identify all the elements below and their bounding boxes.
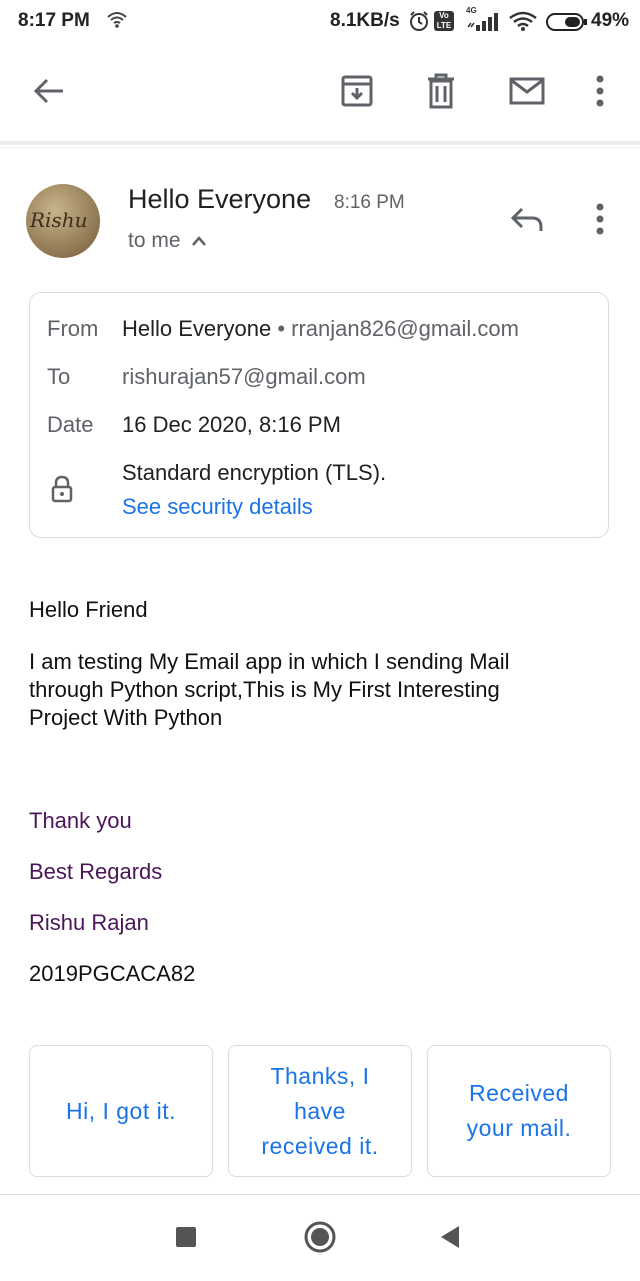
home-button[interactable] bbox=[296, 1215, 344, 1263]
wifi-icon bbox=[106, 10, 128, 36]
triangle-back-icon bbox=[439, 1225, 461, 1254]
signature-thanks: Thank you bbox=[29, 808, 132, 833]
from-separator: • bbox=[277, 316, 286, 341]
square-icon bbox=[175, 1226, 197, 1253]
smart-reply-1-line-1: Hi, I got it. bbox=[65, 1097, 177, 1124]
body-greeting: Hello Friend bbox=[29, 597, 148, 622]
reply-icon bbox=[510, 206, 544, 237]
smart-reply-3[interactable]: Received your mail. bbox=[427, 1045, 611, 1177]
smart-reply-3-line-2: your mail. bbox=[466, 1115, 572, 1141]
security-details-link[interactable]: See security details bbox=[122, 494, 313, 520]
body-line-2: through Python script,This is My First I… bbox=[29, 677, 500, 702]
network-speed: 8.1KB/s bbox=[330, 10, 400, 31]
more-vert-icon bbox=[595, 75, 605, 112]
signal-icon bbox=[466, 12, 500, 38]
email-details-card: From Hello Everyone • rranjan826@gmail.c… bbox=[29, 292, 609, 538]
back-button[interactable] bbox=[24, 68, 74, 118]
volte-icon: Vo LTE bbox=[434, 11, 454, 31]
wifi-icon bbox=[508, 10, 538, 38]
date-label: Date bbox=[47, 412, 94, 437]
recents-button[interactable] bbox=[162, 1215, 210, 1263]
battery-icon bbox=[546, 12, 588, 38]
mark-unread-button[interactable] bbox=[502, 68, 552, 118]
status-time: 8:17 PM bbox=[18, 10, 90, 31]
back-nav-button[interactable] bbox=[426, 1215, 474, 1263]
system-nav-bar bbox=[0, 1194, 640, 1281]
avatar[interactable]: Rishu bbox=[26, 184, 100, 258]
email-time: 8:16 PM bbox=[334, 192, 405, 213]
reply-button[interactable] bbox=[502, 198, 552, 244]
signature-code: 2019PGCACA82 bbox=[29, 961, 196, 986]
status-bar: 8:17 PM 8.1KB/s Vo LTE 4G 49% bbox=[0, 0, 640, 44]
signature-name: Rishu Rajan bbox=[29, 910, 149, 935]
toolbar-divider-line bbox=[0, 147, 640, 148]
more-vert-icon bbox=[595, 203, 605, 240]
lock-icon bbox=[50, 475, 74, 508]
from-label: From bbox=[47, 316, 99, 341]
smart-reply-1-label: Hi, I got it. bbox=[66, 1094, 176, 1129]
smart-reply-2-label: Thanks, I have received it. bbox=[261, 1059, 378, 1164]
message-more-button[interactable] bbox=[580, 198, 620, 244]
trash-icon bbox=[426, 73, 456, 114]
avatar-signature: Rishu bbox=[30, 208, 88, 232]
signature-regards: Best Regards bbox=[29, 859, 163, 884]
smart-reply-2-line-1: Thanks, I bbox=[270, 1062, 370, 1089]
chevron-up-icon bbox=[191, 234, 207, 252]
battery-percent: 49% bbox=[591, 10, 630, 31]
smart-reply-3-label: Received your mail. bbox=[467, 1076, 572, 1146]
sender-name: Hello Everyone bbox=[128, 184, 312, 214]
smart-reply-3-line-1: Received bbox=[469, 1080, 569, 1106]
toolbar-divider bbox=[0, 141, 640, 145]
recipient-toggle[interactable]: to me bbox=[128, 229, 207, 253]
to-label: To bbox=[47, 364, 71, 389]
smart-reply-2[interactable]: Thanks, I have received it. bbox=[228, 1045, 412, 1177]
recipient-summary: to me bbox=[128, 229, 181, 252]
from-value: Hello Everyone • rranjan826@gmail.com bbox=[122, 316, 519, 342]
more-options-button[interactable] bbox=[580, 68, 620, 118]
body-line-1: I am testing My Email app in which I sen… bbox=[29, 649, 510, 674]
archive-icon bbox=[340, 74, 374, 113]
body-line-3: Project With Python bbox=[29, 705, 223, 730]
arrow-left-icon bbox=[33, 77, 65, 110]
mail-icon bbox=[509, 77, 545, 110]
smart-reply-2-line-3: received it. bbox=[261, 1132, 379, 1159]
smart-reply-1[interactable]: Hi, I got it. bbox=[29, 1045, 213, 1177]
delete-button[interactable] bbox=[416, 68, 466, 118]
smart-reply-2-line-2: have bbox=[294, 1097, 346, 1124]
from-name: Hello Everyone bbox=[122, 316, 272, 341]
email-toolbar bbox=[0, 44, 640, 140]
archive-button[interactable] bbox=[332, 68, 382, 118]
circle-icon bbox=[303, 1220, 337, 1259]
to-email[interactable]: rishurajan57@gmail.com bbox=[122, 364, 366, 390]
date-value: 16 Dec 2020, 8:16 PM bbox=[122, 412, 341, 437]
encryption-text: Standard encryption (TLS). bbox=[122, 460, 387, 485]
alarm-icon bbox=[408, 10, 430, 38]
from-email[interactable]: rranjan826@gmail.com bbox=[291, 316, 519, 341]
